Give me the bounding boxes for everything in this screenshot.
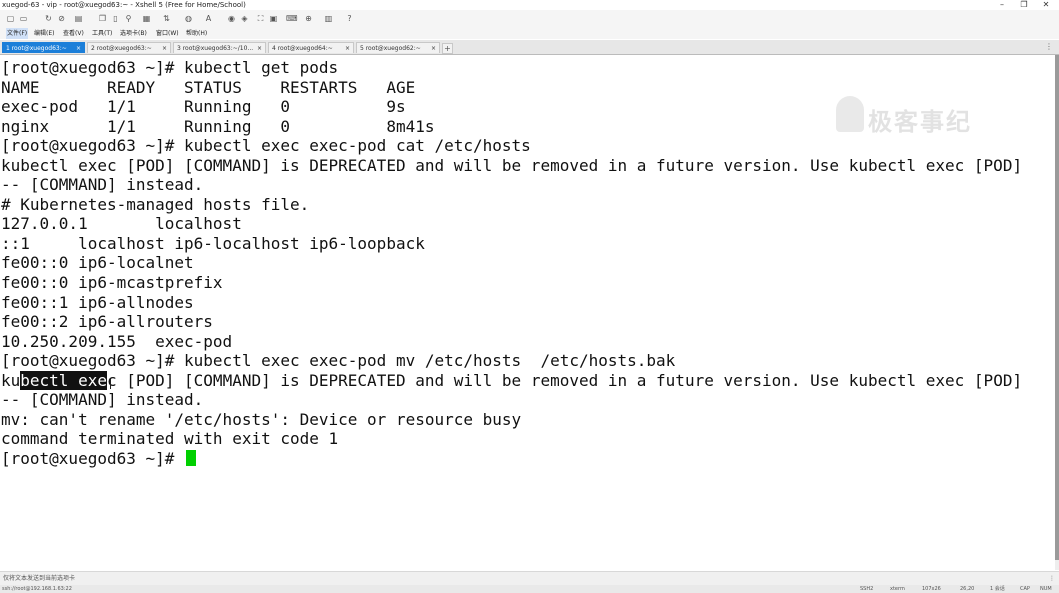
transfer-icon[interactable]: ⇅ (162, 14, 171, 23)
status-size: 107x26 (922, 586, 941, 592)
terminal-line: 127.0.0.1 localhost (1, 214, 242, 234)
disconnect-icon[interactable]: ⊘ (57, 14, 66, 23)
add-icon[interactable]: ⊕ (304, 14, 313, 23)
shell-prompt: [root@xuegod63 ~]# (1, 448, 185, 468)
close-icon[interactable]: × (162, 43, 167, 53)
copy-icon[interactable]: ❐ (98, 14, 107, 23)
status-terminal-type: xterm (890, 586, 905, 592)
tab-session-3[interactable]: 3 root@xuegod63:~/10... × (173, 42, 266, 53)
terminal-line: ::1 localhost ip6-localhost ip6-loopback (1, 233, 425, 253)
terminal-line: fe00::2 ip6-allrouters (1, 312, 213, 332)
tab-label: 3 root@xuegod63:~/10... (177, 45, 254, 52)
menu-window[interactable]: 窗口(W) (156, 28, 179, 39)
watermark-logo-icon (836, 96, 864, 132)
watermark-text: 极客事纪 (868, 108, 972, 136)
compose-bar: 仅将文本发送到当前选项卡 ⋮ (0, 571, 1059, 585)
close-icon[interactable]: × (431, 43, 436, 53)
terminal-line: fe00::0 ip6-localnet (1, 253, 194, 273)
scrollbar-thumb[interactable] (1055, 55, 1059, 560)
fullscreen-icon[interactable]: ⛶ (256, 14, 265, 23)
terminal-area[interactable]: [root@xuegod63 ~]# kubectl get pods NAME… (0, 55, 1055, 570)
terminal-line: 10.250.209.155 exec-pod (1, 331, 233, 351)
menu-help[interactable]: 帮助(H) (186, 28, 207, 39)
menu-view[interactable]: 查看(V) (63, 28, 84, 39)
compose-bar-text[interactable]: 仅将文本发送到当前选项卡 (3, 572, 75, 585)
tab-menu-icon[interactable]: ⋮ (1045, 42, 1053, 51)
tab-session-5[interactable]: 5 root@xuegod62:~ × (356, 42, 440, 53)
tab-label: 4 root@xuegod64:~ (272, 45, 333, 52)
tab-session-4[interactable]: 4 root@xuegod64:~ × (268, 42, 354, 53)
terminal-line: [root@xuegod63 ~]# kubectl exec exec-pod… (1, 351, 676, 371)
tab-label: 5 root@xuegod62:~ (360, 45, 421, 52)
tab-label: 2 root@xuegod63:~ (91, 45, 152, 52)
terminal-line: -- [COMMAND] instead. (1, 175, 204, 195)
selection-before: ku (1, 370, 21, 390)
print-icon[interactable]: ▦ (142, 14, 151, 23)
terminal-line: mv: can't rename '/etc/hosts': Device or… (1, 409, 522, 429)
menu-file[interactable]: 文件(F) (6, 28, 29, 39)
terminal-line: [root@xuegod63 ~]# kubectl exec exec-pod… (1, 136, 531, 156)
status-bar: ssh://root@192.168.1.63:22 SSH2 xterm 10… (0, 585, 1059, 593)
status-protocol: SSH2 (860, 586, 874, 592)
terminal-line: -- [COMMAND] instead. (1, 390, 204, 410)
mouse-ibeam-cursor (110, 379, 111, 389)
terminal-line-selected[interactable]: kubectl exec [POD] [COMMAND] is DEPRECAT… (1, 370, 1023, 391)
tab-session-1[interactable]: 1 root@xuegod63:~ × (2, 42, 85, 53)
terminal-line: command terminated with exit code 1 (1, 429, 339, 449)
text-cursor (186, 449, 197, 466)
selection-after: c [POD] [COMMAND] is DEPRECATED and will… (106, 370, 1023, 390)
text-selection[interactable]: bectl exe (20, 370, 107, 390)
terminal-line: fe00::1 ip6-allnodes (1, 292, 194, 312)
open-icon[interactable]: ▭ (19, 14, 28, 23)
layout-icon[interactable]: ▥ (324, 14, 333, 23)
maximize-button[interactable]: ❐ (1017, 0, 1031, 10)
terminal-line: kubectl exec [POD] [COMMAND] is DEPRECAT… (1, 155, 1023, 175)
title-bar: xuegod-63 - vip - root@xuegod63:~ - Xshe… (0, 0, 1059, 10)
terminal-line: [root@xuegod63 ~]# kubectl get pods (1, 58, 339, 77)
find-icon[interactable]: ⚲ (124, 14, 133, 23)
keyboard-icon[interactable]: ⌨ (286, 14, 298, 23)
globe-icon[interactable]: ◍ (184, 14, 193, 23)
compose-menu-icon[interactable]: ⋮ (1049, 572, 1055, 585)
status-session: ssh://root@192.168.1.63:22 (2, 586, 72, 592)
status-num: NUM (1040, 586, 1052, 592)
menu-tools[interactable]: 工具(T) (92, 28, 112, 39)
paste-icon[interactable]: ▯ (111, 14, 120, 23)
minimize-button[interactable]: – (995, 0, 1009, 10)
lock-icon[interactable]: ▣ (269, 14, 278, 23)
tab-bar: 1 root@xuegod63:~ × 2 root@xuegod63:~ × 3 … (0, 40, 1059, 55)
menu-edit[interactable]: 编辑(E) (34, 28, 54, 39)
add-tab-button[interactable]: + (442, 43, 453, 54)
close-icon[interactable]: × (257, 43, 262, 53)
help-icon[interactable]: ? (345, 14, 354, 23)
tab-label: 1 root@xuegod63:~ (6, 45, 67, 52)
vertical-scrollbar[interactable] (1055, 55, 1059, 570)
close-icon[interactable]: × (345, 43, 350, 53)
xftp-icon[interactable]: ◉ (227, 14, 236, 23)
watermark: 极客事纪 (830, 90, 990, 138)
status-caps: CAP (1020, 586, 1030, 592)
status-sessions: 1 会话 (990, 586, 1005, 592)
reconnect-icon[interactable]: ↻ (44, 14, 53, 23)
window-title: xuegod-63 - vip - root@xuegod63:~ - Xshe… (2, 1, 246, 9)
tab-session-2[interactable]: 2 root@xuegod63:~ × (87, 42, 171, 53)
terminal-prompt-line[interactable]: [root@xuegod63 ~]# (1, 449, 1022, 469)
new-session-icon[interactable]: ▢ (6, 14, 15, 23)
terminal-line: # Kubernetes-managed hosts file. (1, 194, 310, 214)
script-icon[interactable]: ◈ (240, 14, 249, 23)
toolbar: ▢ ▭ ↻ ⊘ ▤ ❐ ▯ ⚲ ▦ ⇅ ◍ A ◉ ◈ ⛶ ▣ ⌨ ⊕ ▥ ? (0, 10, 1059, 28)
menu-bar: 文件(F) 编辑(E) 查看(V) 工具(T) 选项卡(B) 窗口(W) 帮助(… (0, 28, 1059, 39)
properties-icon[interactable]: ▤ (74, 14, 83, 23)
status-cursor-pos: 26,20 (960, 586, 975, 592)
close-button[interactable]: ✕ (1039, 0, 1053, 10)
terminal-line: fe00::0 ip6-mcastprefix (1, 273, 223, 293)
font-icon[interactable]: A (204, 14, 213, 23)
menu-tabs[interactable]: 选项卡(B) (120, 28, 147, 39)
close-icon[interactable]: × (76, 43, 81, 53)
